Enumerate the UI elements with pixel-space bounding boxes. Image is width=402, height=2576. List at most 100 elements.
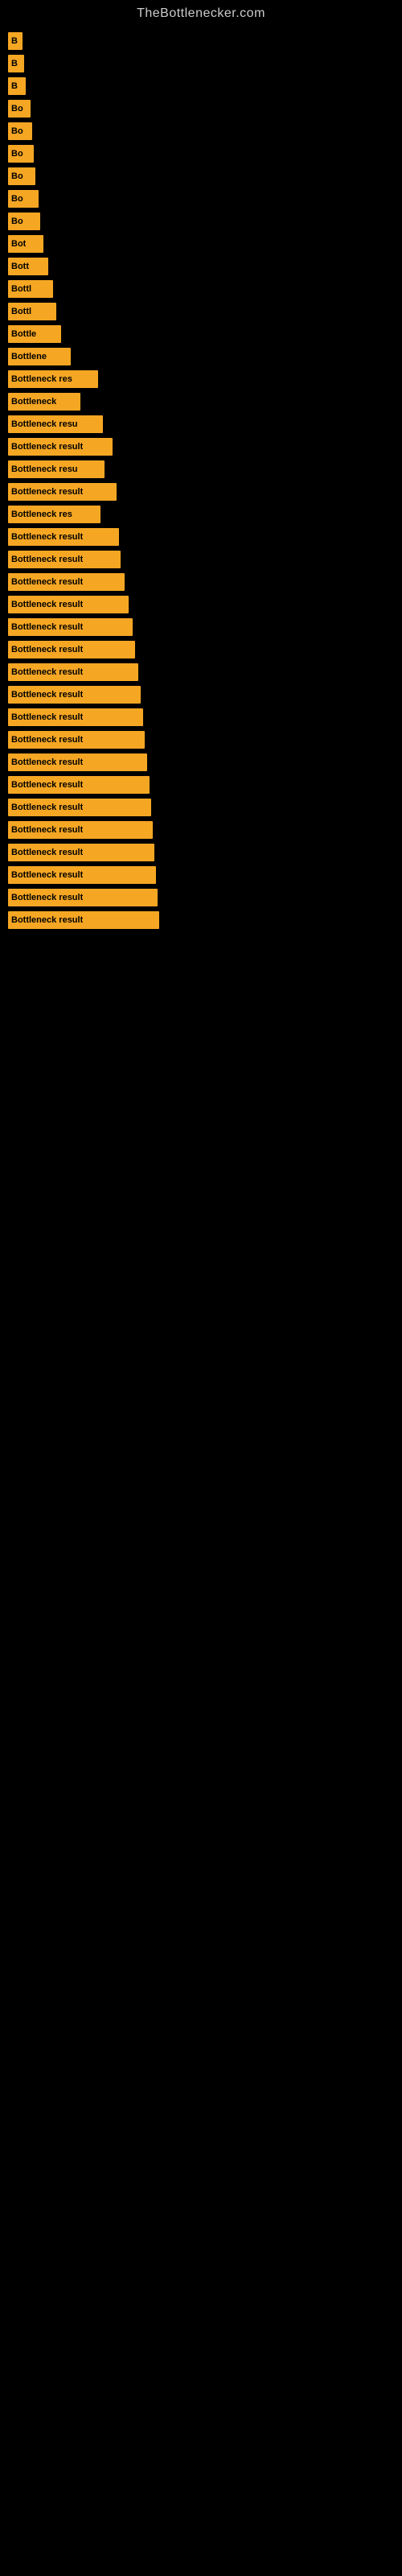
bar-row: Bottleneck result <box>8 663 402 681</box>
bar-row: Bottleneck result <box>8 844 402 861</box>
bar-label: Bottleneck <box>11 397 56 407</box>
bar-label: Bottle <box>11 329 36 339</box>
bar-label: Bottleneck result <box>11 735 83 745</box>
bar-item: Bot <box>8 235 43 253</box>
bar-label: Bottleneck result <box>11 600 83 609</box>
bars-container: BBBBoBoBoBoBoBoBotBottBottlBottlBottleBo… <box>0 24 402 942</box>
bar-row: B <box>8 77 402 95</box>
bar-item: Bottleneck res <box>8 506 100 523</box>
bar-label: Bo <box>11 104 23 114</box>
bar-item: Bottle <box>8 325 61 343</box>
site-title: TheBottlenecker.com <box>0 0 402 24</box>
bar-label: Bottleneck result <box>11 915 83 925</box>
bar-row: Bottlene <box>8 348 402 365</box>
bar-label: Bottleneck result <box>11 487 83 497</box>
bar-row: Bottleneck result <box>8 821 402 839</box>
bar-item: Bottleneck result <box>8 438 113 456</box>
bar-row: Bottleneck <box>8 393 402 411</box>
bar-label: Bottleneck result <box>11 803 83 812</box>
bar-row: Bo <box>8 213 402 230</box>
bar-row: Bottleneck result <box>8 866 402 884</box>
bar-row: Bottleneck result <box>8 753 402 771</box>
bar-label: Bottleneck result <box>11 622 83 632</box>
bar-row: Bott <box>8 258 402 275</box>
bar-row: Bottleneck res <box>8 370 402 388</box>
bar-row: Bottle <box>8 325 402 343</box>
bar-item: Bo <box>8 145 34 163</box>
bar-label: Bo <box>11 194 23 204</box>
bar-item: Bottleneck result <box>8 821 153 839</box>
bar-label: Bottleneck result <box>11 780 83 790</box>
bar-label: Bot <box>11 239 26 249</box>
bar-item: Bottleneck resu <box>8 415 103 433</box>
bar-item: Bottleneck result <box>8 573 125 591</box>
bar-label: Bottleneck res <box>11 510 72 519</box>
bar-item: Bottleneck result <box>8 776 150 794</box>
bar-row: Bo <box>8 100 402 118</box>
bar-item: Bottleneck result <box>8 663 138 681</box>
bar-label: Bottleneck result <box>11 645 83 654</box>
bar-item: Bottleneck result <box>8 844 154 861</box>
bar-row: Bottl <box>8 280 402 298</box>
bar-row: Bo <box>8 190 402 208</box>
bar-item: Bottleneck result <box>8 753 147 771</box>
bar-label: Bottleneck res <box>11 374 72 384</box>
bar-item: Bottleneck result <box>8 708 143 726</box>
bar-row: Bottleneck result <box>8 889 402 906</box>
bar-item: Bo <box>8 190 39 208</box>
bar-row: B <box>8 32 402 50</box>
bar-row: Bottleneck result <box>8 776 402 794</box>
bar-row: Bottleneck result <box>8 528 402 546</box>
bar-item: Bottl <box>8 280 53 298</box>
bar-item: Bo <box>8 167 35 185</box>
bar-label: B <box>11 59 18 68</box>
bar-row: Bottleneck result <box>8 911 402 929</box>
bar-item: Bottl <box>8 303 56 320</box>
bar-label: Bottleneck result <box>11 690 83 700</box>
bar-row: Bottleneck result <box>8 641 402 658</box>
bar-row: Bo <box>8 122 402 140</box>
bar-item: Bottleneck result <box>8 618 133 636</box>
bar-label: Bottl <box>11 307 31 316</box>
bar-label: Bottleneck result <box>11 893 83 902</box>
bar-item: Bott <box>8 258 48 275</box>
bar-label: Bottleneck result <box>11 758 83 767</box>
bar-item: Bottleneck result <box>8 731 145 749</box>
bar-label: Bottl <box>11 284 31 294</box>
bar-label: Bottleneck result <box>11 870 83 880</box>
bar-label: Bott <box>11 262 29 271</box>
bar-label: Bo <box>11 149 23 159</box>
bar-row: Bottleneck res <box>8 506 402 523</box>
bar-row: Bottleneck resu <box>8 415 402 433</box>
bar-item: Bottleneck result <box>8 686 141 704</box>
bar-item: B <box>8 77 26 95</box>
bar-row: Bottleneck result <box>8 551 402 568</box>
bar-label: B <box>11 81 18 91</box>
bar-label: Bottleneck result <box>11 555 83 564</box>
bar-item: Bottleneck <box>8 393 80 411</box>
bar-item: Bo <box>8 213 40 230</box>
bar-row: Bottleneck result <box>8 573 402 591</box>
bar-row: Bottleneck resu <box>8 460 402 478</box>
bar-row: Bottleneck result <box>8 799 402 816</box>
bar-row: Bo <box>8 167 402 185</box>
bar-item: Bottleneck result <box>8 551 121 568</box>
bar-label: Bottleneck result <box>11 712 83 722</box>
bar-item: Bottleneck resu <box>8 460 105 478</box>
bar-row: Bottleneck result <box>8 618 402 636</box>
bar-label: Bottleneck resu <box>11 464 78 474</box>
bar-item: Bottleneck result <box>8 596 129 613</box>
bar-label: Bottleneck result <box>11 577 83 587</box>
bar-item: Bottleneck result <box>8 799 151 816</box>
bar-item: Bottleneck result <box>8 866 156 884</box>
bar-item: B <box>8 32 23 50</box>
bar-label: Bottleneck result <box>11 532 83 542</box>
bar-item: B <box>8 55 24 72</box>
bar-item: Bottlene <box>8 348 71 365</box>
bar-row: Bottleneck result <box>8 731 402 749</box>
bar-item: Bottleneck result <box>8 911 159 929</box>
bar-label: Bo <box>11 171 23 181</box>
bar-row: B <box>8 55 402 72</box>
bar-label: Bottleneck result <box>11 848 83 857</box>
bar-item: Bottleneck result <box>8 528 119 546</box>
